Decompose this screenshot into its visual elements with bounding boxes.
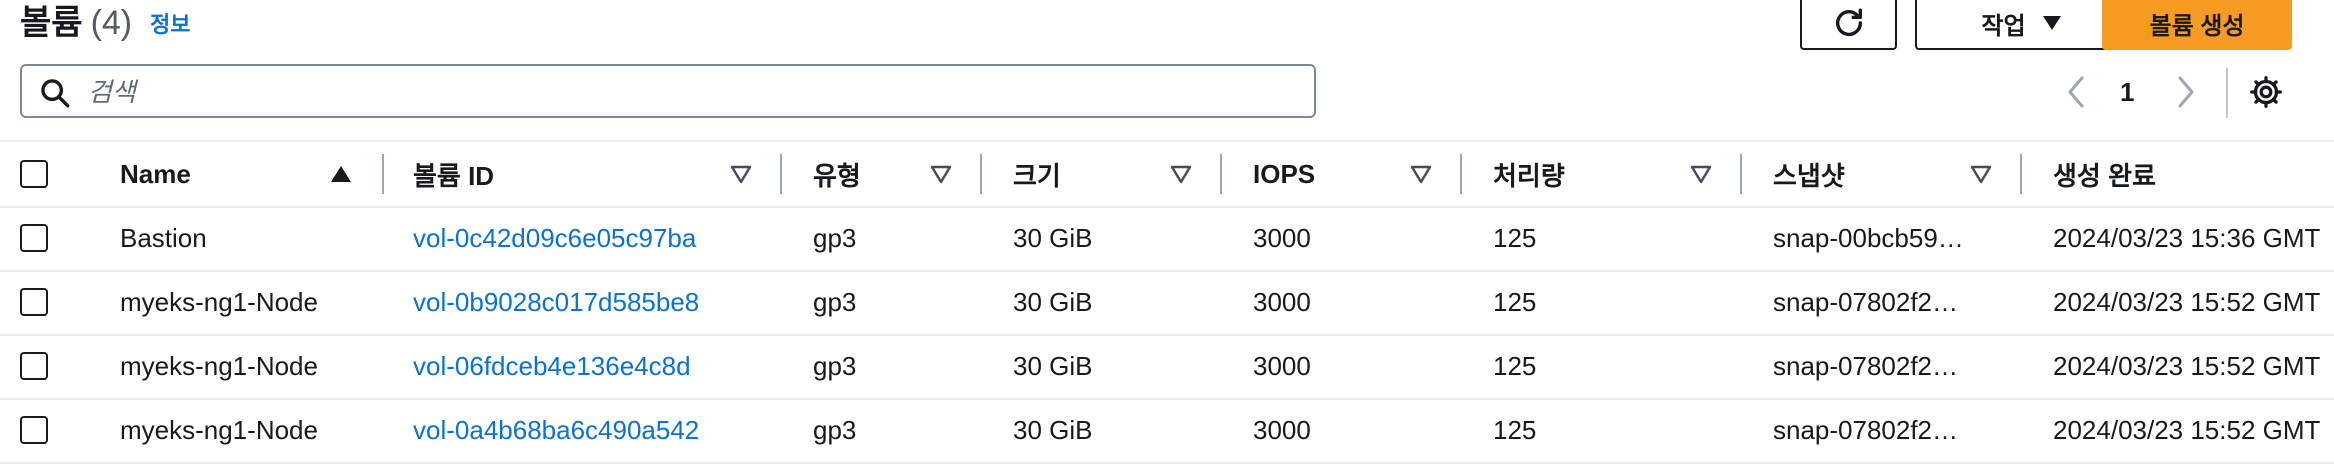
cell-name: myeks-ng1-Node bbox=[120, 350, 318, 381]
cell-volume-id-link[interactable]: vol-0c42d09c6e05c97ba bbox=[413, 206, 696, 270]
sort-caret-icon[interactable] bbox=[1690, 164, 1712, 184]
info-link[interactable]: 정보 bbox=[150, 8, 190, 42]
sort-caret-icon[interactable] bbox=[930, 164, 952, 184]
caret-down-icon bbox=[2042, 16, 2061, 30]
column-header-iops[interactable]: IOPS bbox=[1253, 142, 1315, 206]
row-checkbox[interactable] bbox=[20, 288, 48, 316]
cell-throughput: 125 bbox=[1493, 222, 1537, 253]
cell-size: 30 GiB bbox=[1013, 222, 1093, 253]
row-checkbox[interactable] bbox=[20, 224, 48, 252]
cell-size: 30 GiB bbox=[1013, 414, 1093, 445]
column-header-throughput[interactable]: 처리량 bbox=[1493, 142, 1565, 206]
table-row[interactable]: myeks-ng1-Node vol-0b9028c017d585be8 gp3… bbox=[0, 270, 2334, 336]
cell-size: 30 GiB bbox=[1013, 286, 1093, 317]
search-icon bbox=[41, 79, 70, 108]
cell-type: gp3 bbox=[813, 286, 857, 317]
sort-caret-icon[interactable] bbox=[1410, 164, 1432, 184]
column-divider[interactable] bbox=[780, 154, 782, 194]
table-row[interactable]: Bastion vol-0c42d09c6e05c97ba gp3 30 GiB… bbox=[0, 206, 2334, 272]
page-title-text: 볼륨 bbox=[20, 4, 83, 42]
cell-iops: 3000 bbox=[1253, 222, 1311, 253]
next-page-icon[interactable] bbox=[2170, 72, 2200, 112]
column-divider[interactable] bbox=[1460, 154, 1462, 194]
column-divider[interactable] bbox=[980, 154, 982, 194]
sort-ascending-icon[interactable] bbox=[330, 164, 352, 184]
page-title: 볼륨 (4) bbox=[20, 0, 132, 46]
cell-snapshot: snap-00bcb59… bbox=[1773, 222, 1964, 253]
cell-snapshot: snap-07802f2… bbox=[1773, 414, 1959, 445]
column-divider[interactable] bbox=[382, 154, 384, 194]
column-divider[interactable] bbox=[2020, 154, 2022, 194]
cell-created: 2024/03/23 15:52 GMT bbox=[2053, 414, 2321, 445]
sort-caret-icon[interactable] bbox=[1170, 164, 1192, 184]
column-header-type[interactable]: 유형 bbox=[813, 142, 861, 206]
table-row[interactable]: myeks-ng1-Node vol-0a4b68ba6c490a542 gp3… bbox=[0, 398, 2334, 464]
gear-icon[interactable] bbox=[2248, 74, 2284, 110]
current-page-number[interactable]: 1 bbox=[2120, 72, 2134, 112]
sort-caret-icon[interactable] bbox=[730, 164, 752, 184]
pagination-divider bbox=[2226, 68, 2228, 118]
cell-throughput: 125 bbox=[1493, 286, 1537, 317]
cell-throughput: 125 bbox=[1493, 350, 1537, 381]
table-header: Name 볼륨 ID 유형 크기 IOPS 처리량 스냅샷 생성 완료 bbox=[0, 140, 2334, 208]
column-header-volume-id[interactable]: 볼륨 ID bbox=[413, 142, 494, 206]
column-divider[interactable] bbox=[1740, 154, 1742, 194]
cell-snapshot: snap-07802f2… bbox=[1773, 286, 1959, 317]
row-checkbox[interactable] bbox=[20, 416, 48, 444]
cell-name: Bastion bbox=[120, 222, 207, 253]
create-volume-button[interactable]: 볼륨 생성 bbox=[2102, 0, 2292, 50]
cell-throughput: 125 bbox=[1493, 414, 1537, 445]
cell-type: gp3 bbox=[813, 222, 857, 253]
column-header-snapshot[interactable]: 스냅샷 bbox=[1773, 142, 1845, 206]
cell-created: 2024/03/23 15:52 GMT bbox=[2053, 286, 2321, 317]
cell-iops: 3000 bbox=[1253, 350, 1311, 381]
previous-page-icon[interactable] bbox=[2062, 72, 2092, 112]
cell-iops: 3000 bbox=[1253, 414, 1311, 445]
cell-size: 30 GiB bbox=[1013, 350, 1093, 381]
search-input[interactable] bbox=[86, 70, 1290, 114]
cell-name: myeks-ng1-Node bbox=[120, 286, 318, 317]
table-row[interactable]: myeks-ng1-Node vol-06fdceb4e136e4c8d gp3… bbox=[0, 334, 2334, 400]
actions-button-label: 작업 bbox=[1981, 12, 2026, 40]
cell-volume-id-link[interactable]: vol-06fdceb4e136e4c8d bbox=[413, 334, 691, 398]
cell-volume-id-link[interactable]: vol-0b9028c017d585be8 bbox=[413, 270, 699, 334]
column-header-name[interactable]: Name bbox=[120, 142, 191, 206]
column-header-created[interactable]: 생성 완료 bbox=[2053, 142, 2156, 206]
cell-snapshot: snap-07802f2… bbox=[1773, 350, 1959, 381]
create-volume-button-label: 볼륨 생성 bbox=[2149, 12, 2245, 40]
column-divider[interactable] bbox=[1220, 154, 1222, 194]
volumes-table: Name 볼륨 ID 유형 크기 IOPS 처리량 스냅샷 생성 완료 Bast… bbox=[0, 140, 2334, 470]
actions-button[interactable]: 작업 bbox=[1915, 0, 2128, 50]
cell-created: 2024/03/23 15:36 GMT bbox=[2053, 222, 2321, 253]
cell-type: gp3 bbox=[813, 414, 857, 445]
cell-iops: 3000 bbox=[1253, 286, 1311, 317]
item-count: (4) bbox=[90, 4, 133, 42]
refresh-icon bbox=[1835, 8, 1862, 36]
search-field[interactable] bbox=[20, 64, 1316, 118]
select-all-checkbox[interactable] bbox=[20, 160, 48, 188]
sort-caret-icon[interactable] bbox=[1970, 164, 1992, 184]
cell-type: gp3 bbox=[813, 350, 857, 381]
row-checkbox[interactable] bbox=[20, 352, 48, 380]
cell-volume-id-link[interactable]: vol-0a4b68ba6c490a542 bbox=[413, 398, 699, 462]
column-header-size[interactable]: 크기 bbox=[1013, 142, 1061, 206]
cell-name: myeks-ng1-Node bbox=[120, 414, 318, 445]
cell-created: 2024/03/23 15:52 GMT bbox=[2053, 350, 2321, 381]
refresh-button[interactable] bbox=[1800, 0, 1897, 50]
